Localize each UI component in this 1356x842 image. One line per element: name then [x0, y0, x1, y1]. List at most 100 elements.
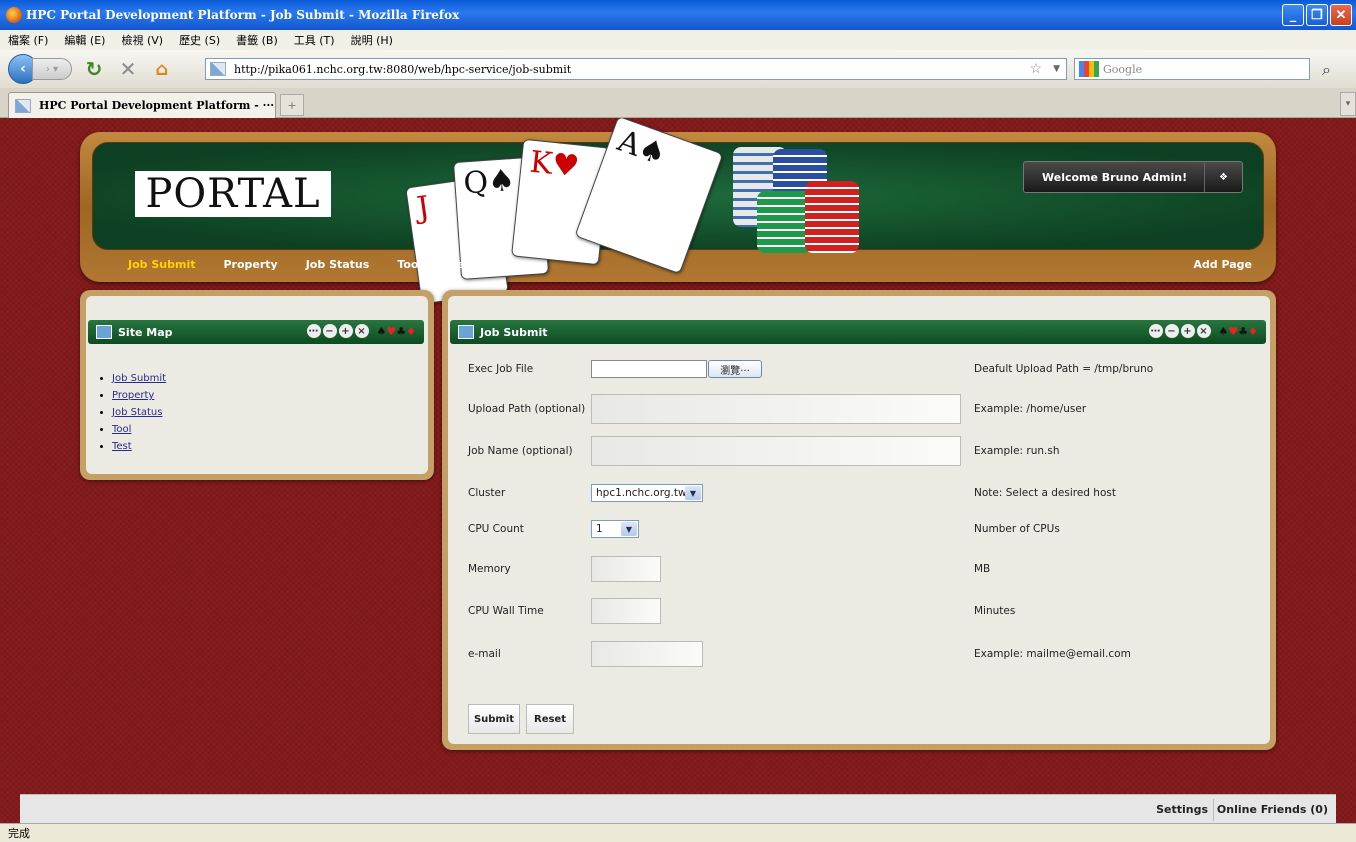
wall-time-input[interactable] [591, 598, 661, 624]
menu-tools[interactable]: 工具 (T) [294, 32, 335, 48]
minimize-button[interactable]: _ [1282, 4, 1304, 26]
menu-bar: 檔案 (F) 編輯 (E) 檢視 (V) 歷史 (S) 書籤 (B) 工具 (T… [0, 30, 1356, 50]
stop-icon[interactable]: ✕ [116, 57, 140, 81]
nav-job-status[interactable]: Job Status [306, 258, 370, 271]
forward-button[interactable]: › ▾ [32, 58, 72, 80]
form-row-cluster: Cluster hpc1.nchc.org.tw ▼ Note: Select … [458, 478, 1258, 508]
tab-active[interactable]: HPC Portal Development Platform - ··· [8, 92, 276, 118]
welcome-dropdown-icon[interactable]: ❖ [1204, 162, 1242, 192]
sitemap-link-job-submit[interactable]: Job Submit [112, 373, 166, 384]
firefox-icon [6, 7, 22, 23]
url-dropdown-icon[interactable]: ▼ [1053, 64, 1060, 74]
add-page-link[interactable]: Add Page [1193, 258, 1252, 271]
welcome-text: Welcome Bruno Admin! [1042, 170, 1188, 184]
browse-button[interactable]: 瀏覽··· [708, 360, 762, 378]
portlet-icon [458, 325, 474, 339]
card-suits-icon: ♠♥♣♦ [1218, 324, 1259, 338]
job-submit-header: Job Submit ⋯ − + × ♠♥♣♦ [450, 320, 1266, 344]
form-row-cpu: CPU Count 1 ▼ Number of CPUs [458, 514, 1258, 544]
minimize-icon[interactable]: − [1164, 324, 1179, 338]
exec-hint: Deafult Upload Path = /tmp/bruno [974, 363, 1154, 375]
email-hint: Example: mailme@email.com [974, 648, 1131, 660]
sitemap-link-job-status[interactable]: Job Status [112, 407, 162, 418]
playing-cards-image: J Q♠ K♥ A♠ [405, 118, 873, 305]
online-friends-link[interactable]: Online Friends (0) [1217, 803, 1328, 816]
sitemap-link-tool[interactable]: Tool [112, 424, 131, 435]
options-icon[interactable]: ⋯ [1148, 324, 1163, 338]
chip-stack-red [805, 181, 859, 253]
maximize-button[interactable]: ❐ [1306, 4, 1328, 26]
url-bar[interactable]: http://pika061.nchc.org.tw:8080/web/hpc-… [205, 58, 1067, 80]
list-item: Job Status [112, 404, 166, 421]
maximize-icon[interactable]: + [338, 324, 353, 338]
google-icon[interactable] [1079, 61, 1099, 77]
home-icon[interactable]: ⌂ [150, 57, 174, 81]
menu-view[interactable]: 檢視 (V) [121, 32, 163, 48]
cluster-label: Cluster [468, 487, 506, 499]
portal-footer-bar: Settings Online Friends (0) [20, 794, 1336, 823]
close-icon[interactable]: × [354, 324, 369, 338]
menu-bookmarks[interactable]: 書籤 (B) [236, 32, 278, 48]
email-input[interactable] [591, 641, 703, 667]
job-submit-portlet: Job Submit ⋯ − + × ♠♥♣♦ Exec Job File 瀏覽… [442, 290, 1276, 750]
close-icon[interactable]: × [1196, 324, 1211, 338]
card-suits-icon: ♠♥♣♦ [376, 324, 417, 338]
search-icon[interactable]: ⌕ [1322, 60, 1331, 80]
menu-file[interactable]: 檔案 (F) [8, 32, 48, 48]
exec-job-file-input[interactable] [591, 360, 707, 378]
status-bar: 完成 [0, 823, 1356, 842]
cluster-value: hpc1.nchc.org.tw [596, 487, 687, 499]
sitemap-link-property[interactable]: Property [112, 390, 154, 401]
status-text: 完成 [8, 827, 30, 840]
cluster-select[interactable]: hpc1.nchc.org.tw ▼ [591, 484, 703, 502]
tab-bar: HPC Portal Development Platform - ··· + … [0, 88, 1356, 118]
sitemap-header: Site Map ⋯ − + × ♠♥♣♦ [88, 320, 424, 344]
nav-property[interactable]: Property [223, 258, 277, 271]
cpu-count-label: CPU Count [468, 523, 524, 535]
upload-hint: Example: /home/user [974, 403, 1087, 415]
list-item: Job Submit [112, 370, 166, 387]
portal-logo[interactable]: PORTAL [135, 171, 331, 217]
nav-tool[interactable]: Tool [397, 258, 422, 271]
jobname-hint: Example: run.sh [974, 445, 1060, 457]
minimize-icon[interactable]: − [322, 324, 337, 338]
upload-path-input[interactable] [591, 394, 961, 424]
menu-edit[interactable]: 編輯 (E) [64, 32, 105, 48]
close-button[interactable]: ✕ [1330, 4, 1352, 26]
memory-input[interactable] [591, 556, 661, 582]
wall-time-label: CPU Wall Time [468, 605, 544, 617]
cpu-hint: Number of CPUs [974, 523, 1060, 535]
reset-button[interactable]: Reset [526, 704, 574, 734]
nav-test[interactable]: Test [450, 258, 475, 271]
maximize-icon[interactable]: + [1180, 324, 1195, 338]
sitemap-link-test[interactable]: Test [112, 441, 132, 452]
chevron-down-icon[interactable]: ▼ [685, 486, 701, 500]
tab-list-icon[interactable]: ▾ [1340, 92, 1356, 116]
sitemap-list: Job Submit Property Job Status Tool Test [112, 370, 166, 455]
reload-icon[interactable]: ↻ [82, 57, 106, 81]
portal-header: PORTAL J Q♠ K♥ A♠ Welcome Bruno Admin! ❖… [80, 118, 1276, 305]
cpu-count-select[interactable]: 1 ▼ [591, 520, 639, 538]
settings-link[interactable]: Settings [1156, 803, 1208, 816]
bookmark-star-icon[interactable]: ☆ [1029, 61, 1042, 77]
list-item: Tool [112, 421, 166, 438]
new-tab-button[interactable]: + [280, 94, 304, 116]
sitemap-portlet: Site Map ⋯ − + × ♠♥♣♦ Job Submit Propert… [80, 290, 434, 480]
nav-job-submit[interactable]: Job Submit [128, 258, 195, 271]
menu-history[interactable]: 歷史 (S) [179, 32, 220, 48]
form-row-email: e-mail Example: mailme@email.com [458, 639, 1258, 669]
chevron-down-icon[interactable]: ▼ [621, 522, 637, 536]
window-controls: _ ❐ ✕ [1282, 4, 1352, 26]
footer-divider [1213, 799, 1214, 821]
menu-help[interactable]: 說明 (H) [351, 32, 393, 48]
main-navigation: Job Submit Property Job Status Tool Test [128, 258, 504, 271]
search-box[interactable]: Google [1074, 58, 1310, 80]
submit-button[interactable]: Submit [468, 704, 520, 734]
page-content: PORTAL J Q♠ K♥ A♠ Welcome Bruno Admin! ❖… [0, 118, 1356, 823]
search-placeholder: Google [1103, 62, 1143, 76]
form-row-jobname: Job Name (optional) Example: run.sh [458, 436, 1258, 466]
options-icon[interactable]: ⋯ [306, 324, 321, 338]
welcome-menu[interactable]: Welcome Bruno Admin! ❖ [1023, 161, 1243, 193]
job-name-input[interactable] [591, 436, 961, 466]
form-row-exec: Exec Job File 瀏覽··· Deafult Upload Path … [458, 354, 1258, 384]
